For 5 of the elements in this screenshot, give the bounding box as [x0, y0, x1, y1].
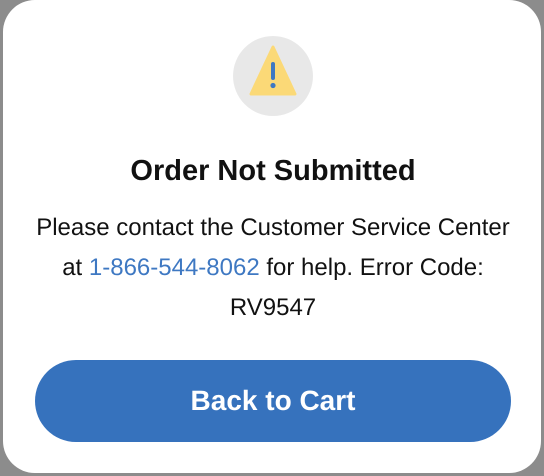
back-to-cart-button[interactable]: Back to Cart	[35, 360, 511, 442]
dialog-title: Order Not Submitted	[129, 154, 417, 188]
phone-link[interactable]: 1-866-544-8062	[88, 254, 260, 281]
error-message: Please contact the Customer Service Center at 1-866-544-8062 for help. Error Code: RV9547	[35, 213, 511, 323]
warning-icon	[233, 36, 313, 116]
